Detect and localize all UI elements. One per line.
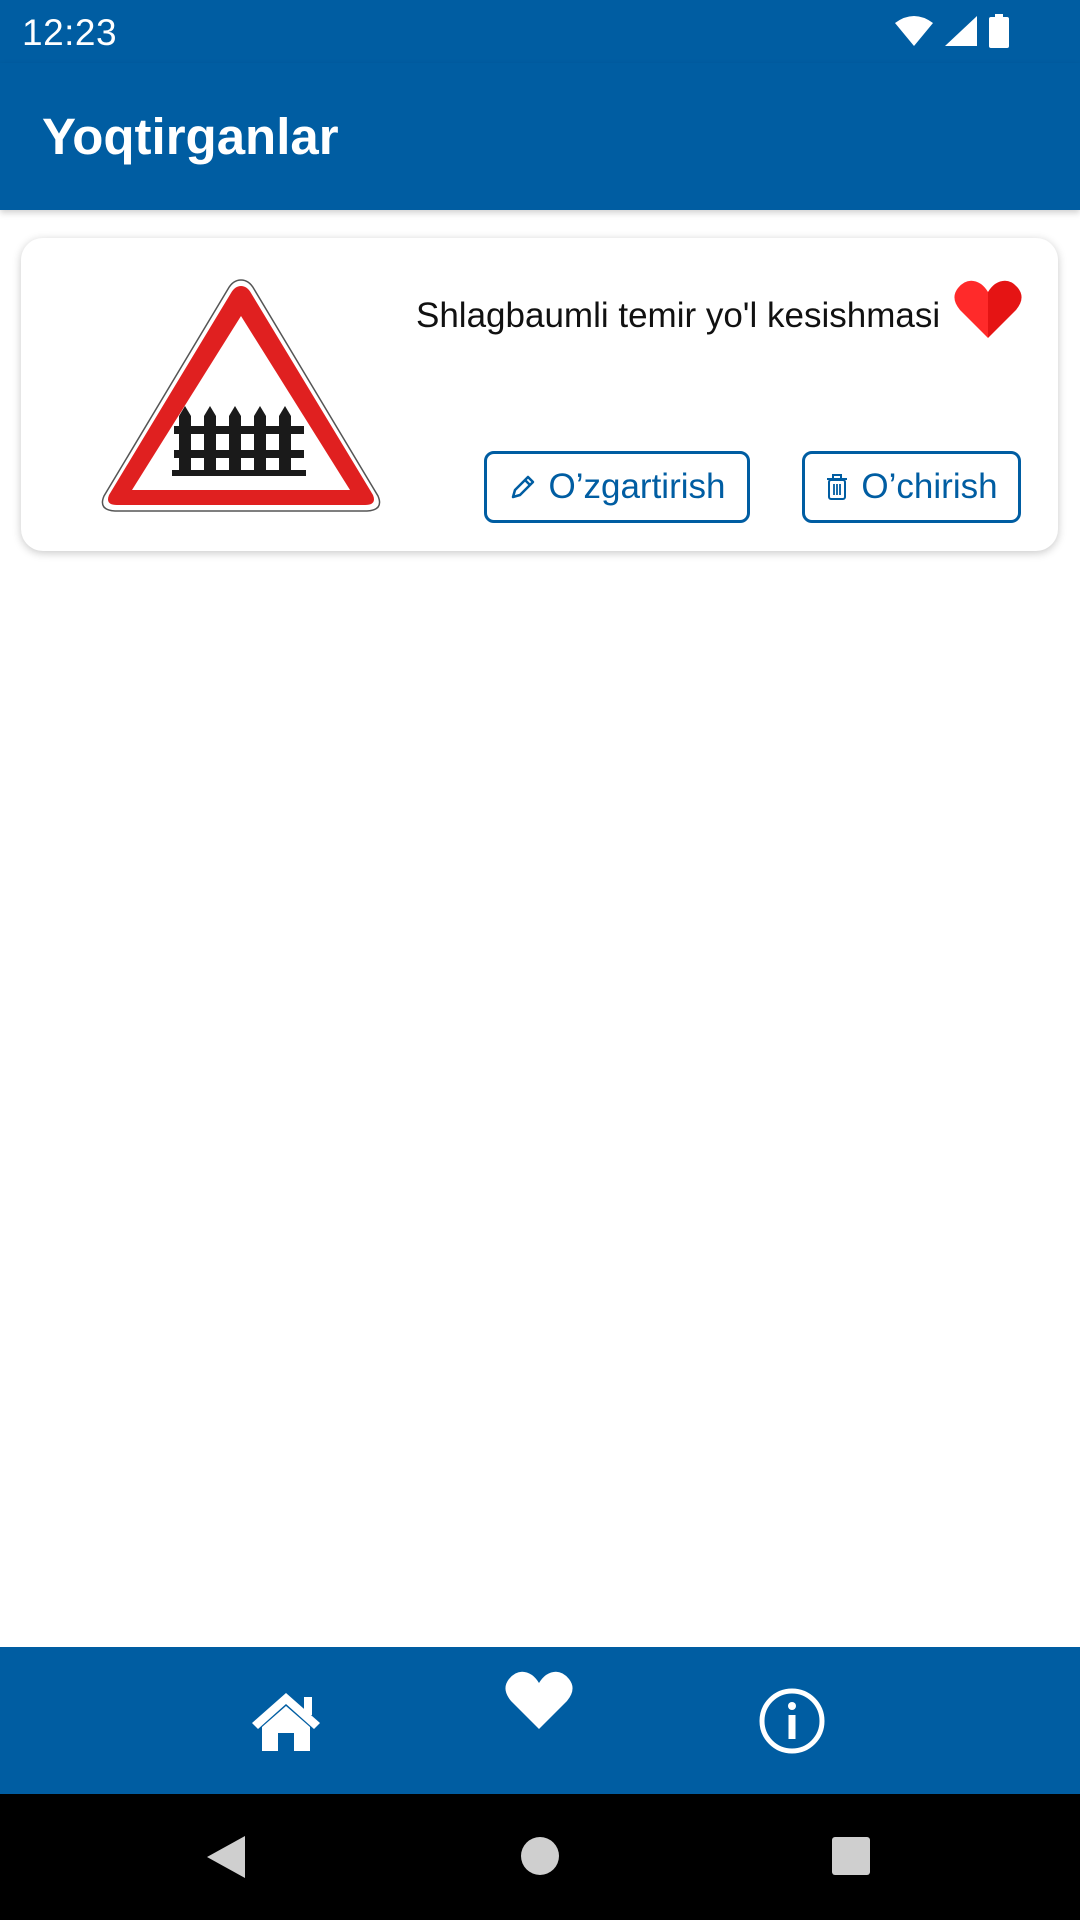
system-navigation-bar xyxy=(0,1794,1080,1920)
trash-icon xyxy=(827,474,848,500)
wifi-icon xyxy=(895,16,933,46)
delete-button-label: O’chirish xyxy=(861,467,998,506)
sign-title: Shlagbaumli temir yo'l kesishmasi xyxy=(416,296,941,335)
favorite-card[interactable]: Shlagbaumli temir yo'l kesishmasi O’zgar… xyxy=(21,238,1058,551)
home-icon xyxy=(252,1693,320,1751)
status-icons xyxy=(894,14,1010,48)
bottom-navigation xyxy=(0,1647,1080,1794)
page-title: Yoqtirganlar xyxy=(42,108,339,165)
status-bar: 12:23 xyxy=(0,0,1080,63)
edit-button-label: O’zgartirish xyxy=(548,467,726,506)
info-icon xyxy=(759,1688,825,1754)
favorite-heart-icon[interactable] xyxy=(954,278,1022,340)
battery-icon xyxy=(989,14,1009,48)
recents-icon[interactable] xyxy=(831,1836,871,1876)
app-bar: Yoqtirganlar xyxy=(0,63,1080,210)
heart-icon xyxy=(505,1671,573,1729)
signal-icon xyxy=(945,16,977,46)
delete-button[interactable]: O’chirish xyxy=(802,451,1021,523)
railway-crossing-sign-icon xyxy=(101,279,381,512)
edit-button[interactable]: O’zgartirish xyxy=(484,451,750,523)
status-time: 12:23 xyxy=(22,12,118,53)
nav-home[interactable] xyxy=(250,1689,322,1755)
pencil-icon xyxy=(511,475,534,499)
nav-favorites[interactable] xyxy=(505,1669,573,1731)
nav-info[interactable] xyxy=(758,1687,826,1755)
back-icon[interactable] xyxy=(205,1834,247,1880)
system-home-icon[interactable] xyxy=(520,1836,560,1876)
